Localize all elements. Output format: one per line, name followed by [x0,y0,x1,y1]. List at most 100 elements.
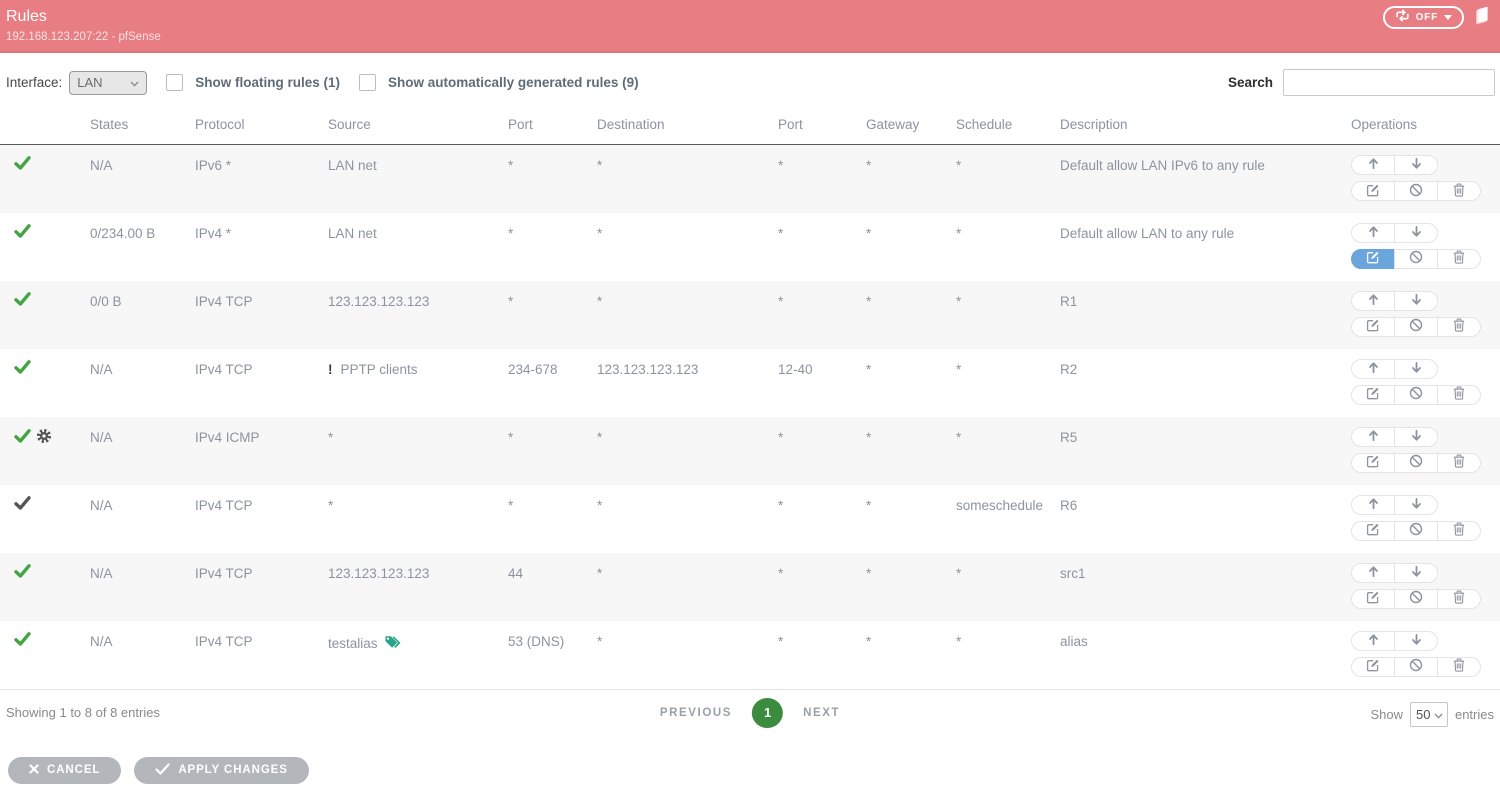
edit-rule-button[interactable] [1351,181,1395,201]
move-down-button[interactable] [1394,494,1438,515]
block-icon [1409,658,1423,675]
action-button-group [1351,588,1500,609]
move-up-button[interactable] [1351,494,1395,515]
source-cell: LAN net [328,158,377,173]
auto-rules-checkbox[interactable] [359,74,377,91]
move-down-button[interactable] [1394,155,1438,175]
column-header-operations-10: Operations [1351,109,1500,145]
destination-port-cell: * [778,225,784,241]
move-up-button[interactable] [1351,630,1395,651]
delete-rule-button[interactable] [1437,520,1481,541]
x-icon [29,763,39,777]
block-rule-button[interactable] [1394,452,1438,473]
rule-row: 0/0 B IPv4 TCP 123.123.123.123 * * * * * R1 [0,280,1500,349]
source-port-cell: * [508,158,514,173]
delete-rule-button[interactable] [1437,316,1481,337]
move-up-button[interactable] [1351,562,1395,583]
destination-port-cell: * [778,293,784,309]
edit-rule-button[interactable] [1351,588,1395,609]
protocol-cell: IPv6 * [195,158,232,173]
edit-rule-button[interactable] [1351,384,1395,405]
action-button-group [1351,656,1500,677]
move-up-button[interactable] [1351,290,1395,311]
search-input[interactable] [1283,69,1495,96]
destination-port-cell: * [778,633,784,649]
rule-row: N/A IPv4 TCP testalias 53 (DNS) * * * * alias [0,621,1500,689]
protocol-cell: IPv4 * [195,225,232,241]
delete-rule-button[interactable] [1437,588,1481,609]
cancel-button[interactable]: CANCEL [8,756,122,784]
operations-cell [1351,281,1500,349]
states-cell: N/A [90,361,113,377]
move-button-group [1351,562,1500,583]
block-icon [1409,590,1423,607]
protocol-cell: IPv4 TCP [195,293,253,309]
source-cell: LAN net [328,225,377,241]
page-size-area: Show 50 entries [1370,701,1494,727]
gateway-cell: * [866,633,872,649]
edit-rule-button[interactable] [1351,248,1395,269]
edit-rule-button[interactable] [1351,316,1395,337]
block-rule-button[interactable] [1394,520,1438,541]
apply-changes-button[interactable]: APPLY CHANGES [134,756,309,784]
edit-rule-button[interactable] [1351,452,1395,473]
floating-rules-checkbox[interactable] [166,74,184,91]
docs-button[interactable] [1473,5,1492,29]
trash-icon [1453,250,1465,267]
destination-cell: 123.123.123.123 [597,361,699,377]
interface-label: Interface: [6,75,63,90]
edit-icon [1366,658,1380,675]
delete-rule-button[interactable] [1437,656,1481,677]
source-cell: 123.123.123.123 [328,293,430,309]
rule-disabled-check-icon [14,495,31,513]
move-down-button[interactable] [1394,358,1438,379]
move-down-button[interactable] [1394,290,1438,311]
destination-cell: * [597,497,603,513]
source-cell: * [328,497,334,513]
edit-rule-button[interactable] [1351,656,1395,677]
block-rule-button[interactable] [1394,384,1438,405]
move-up-button[interactable] [1351,222,1395,243]
action-button-group [1351,520,1500,541]
block-rule-button[interactable] [1394,316,1438,337]
protocol-cell: IPv4 TCP [195,497,253,513]
trash-icon [1453,454,1465,471]
rules-table: States Protocol Source Port Destination Port G… [0,109,1500,689]
delete-rule-button[interactable] [1437,384,1481,405]
schedule-cell: * [956,633,962,649]
delete-rule-button[interactable] [1437,181,1481,201]
source-port-cell: 53 (DNS) [508,633,565,649]
move-down-button[interactable] [1394,562,1438,583]
block-rule-button[interactable] [1394,248,1438,269]
operations-cell [1351,485,1500,553]
auto-refresh-toggle[interactable]: OFF [1382,5,1464,29]
edit-rule-button[interactable] [1351,520,1395,541]
next-page-button[interactable]: NEXT [803,707,840,719]
move-down-button[interactable] [1394,426,1438,447]
move-down-button[interactable] [1394,222,1438,243]
page-size-select[interactable]: 50 [1409,701,1448,727]
block-rule-button[interactable] [1394,181,1438,201]
schedule-cell: * [956,361,962,377]
previous-page-button[interactable]: PREVIOUS [660,707,732,719]
source-port-cell: 44 [508,565,524,581]
action-button-group [1351,384,1500,405]
search-label: Search [1227,75,1273,90]
auto-refresh-state-label: OFF [1415,11,1438,23]
move-up-button[interactable] [1351,358,1395,379]
move-up-button[interactable] [1351,155,1395,175]
move-down-icon [1410,361,1423,377]
block-rule-button[interactable] [1394,588,1438,609]
page-1-button[interactable]: 1 [752,697,784,728]
move-down-button[interactable] [1394,630,1438,651]
move-button-group [1351,630,1500,651]
schedule-cell: * [956,429,962,445]
source-port-cell: * [508,225,514,241]
interface-select[interactable]: LAN [69,70,148,95]
rule-enabled-check-icon [14,428,31,446]
move-up-button[interactable] [1351,426,1395,447]
delete-rule-button[interactable] [1437,248,1481,269]
delete-rule-button[interactable] [1437,452,1481,473]
tags-icon[interactable] [384,634,403,653]
block-rule-button[interactable] [1394,656,1438,677]
